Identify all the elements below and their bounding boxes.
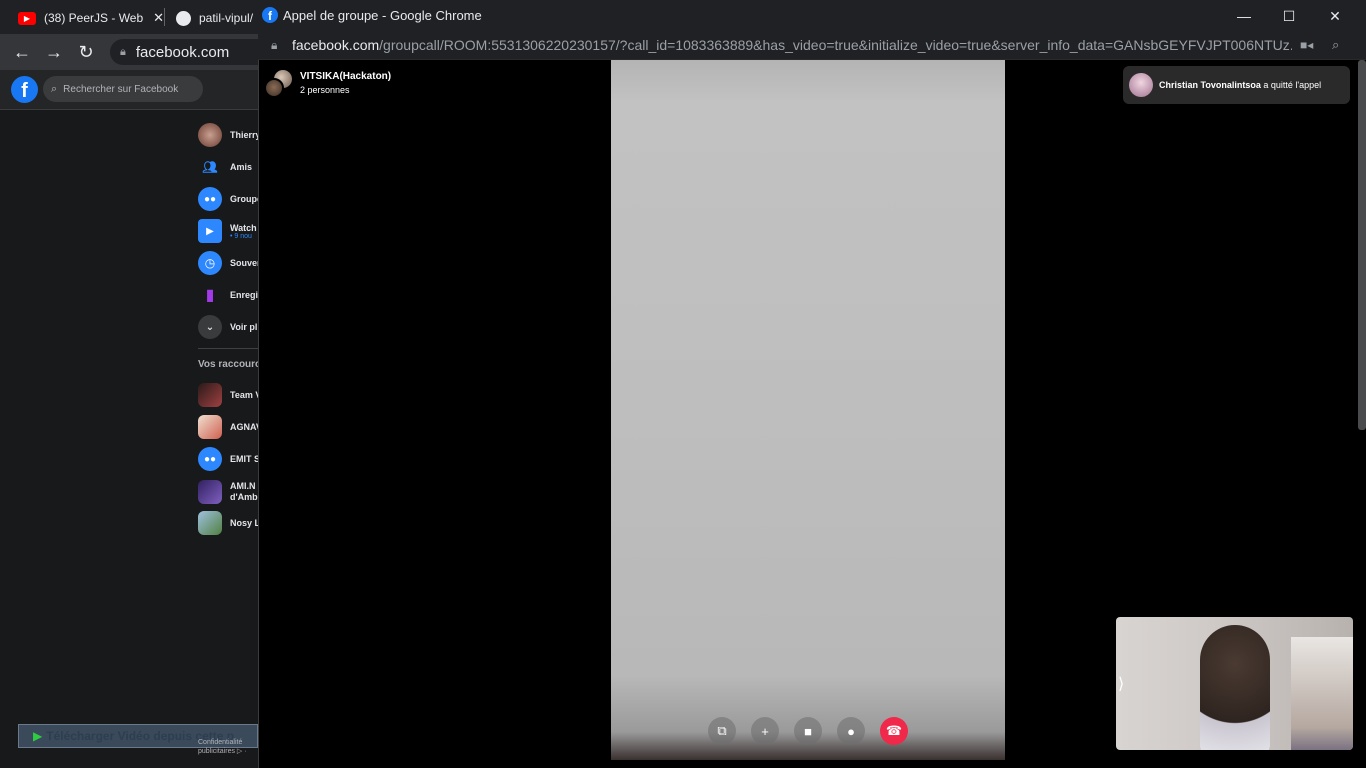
address-bar[interactable]: 🔒︎ facebook.com (110, 39, 270, 65)
sidebar-item-label: Voir pl (230, 322, 258, 332)
video-toggle-button[interactable]: ■ (794, 717, 822, 745)
tab-divider (164, 8, 165, 26)
tab-github[interactable]: patil-vipul/ (176, 6, 253, 30)
participant-left-toast: Christian Tovonalintsoa a quitté l'appel (1123, 66, 1350, 104)
shortcut-item[interactable]: AGNAV (198, 414, 262, 440)
close-tab-icon[interactable]: ✕ (153, 10, 164, 26)
privacy-line: publicitaires ▷ · (198, 748, 247, 755)
search-placeholder: Rechercher sur Facebook (63, 83, 179, 95)
facebook-logo-icon[interactable]: f (11, 76, 38, 103)
microphone-icon: ● (847, 723, 855, 739)
participant-count: 2 personnes (300, 85, 350, 95)
end-call-button[interactable]: ☎ (880, 717, 908, 745)
shortcut-image (198, 480, 222, 504)
reload-icon[interactable]: ↻ (75, 41, 97, 63)
saved-icon: ▮ (205, 287, 215, 304)
shortcut-item[interactable]: Team V (198, 382, 261, 408)
tab-label: patil-vipul/ (199, 11, 254, 25)
shortcut-sublabel: d'Amb (230, 492, 258, 502)
profile-avatar (198, 123, 222, 147)
group-name: VITSIKA(Hackaton) (300, 71, 392, 82)
video-camera-icon: ■ (804, 723, 812, 739)
shortcut-image (198, 511, 222, 535)
sidebar-item-label: Watch (230, 222, 257, 233)
sidebar-item-see-more[interactable]: ⌄ Voir pl (198, 314, 257, 340)
share-screen-icon: ⧉ (717, 723, 727, 738)
call-url[interactable]: facebook.com/groupcall/ROOM:553130622023… (292, 37, 1292, 53)
close-icon[interactable]: ✕ (1312, 0, 1358, 32)
shortcut-image (198, 383, 222, 407)
privacy-footer[interactable]: Confidentialité publicitaires ▷ · (198, 738, 247, 756)
chevron-down-icon: ⌄ (198, 315, 222, 339)
url-path: /groupcall/ROOM:5531306220230157/?call_i… (379, 37, 1292, 53)
mic-toggle-button[interactable]: ● (837, 717, 865, 745)
privacy-line: Confidentialité (198, 739, 243, 746)
shortcut-label: Team V (230, 390, 262, 400)
shortcut-item[interactable]: Nosy L (198, 510, 260, 536)
shortcut-image (198, 415, 222, 439)
toast-name: Christian Tovonalintsoa (1159, 80, 1261, 90)
call-controls: ⧉ + ■ ● ☎ (708, 717, 908, 745)
github-icon (176, 10, 191, 26)
tab-youtube[interactable]: ▶ (38) PeerJS - Web ✕ (18, 6, 164, 30)
search-icon: ⌕ (51, 82, 58, 95)
forward-arrow-icon[interactable]: → (43, 41, 65, 63)
sidebar-item-label: Thierry (230, 130, 261, 140)
back-arrow-icon[interactable]: ← (11, 41, 33, 63)
self-view-collapse-icon[interactable]: ⟩ (1118, 674, 1124, 694)
zoom-icon[interactable]: ⌕ (1332, 37, 1339, 53)
sidebar-item-friends[interactable]: 👥︎ Amis (198, 154, 252, 180)
shortcut-label: Nosy L (230, 518, 261, 528)
groups-icon: ●● (198, 187, 222, 211)
self-view-video[interactable] (1116, 617, 1353, 750)
add-person-icon: + (761, 723, 769, 739)
facebook-search-input[interactable]: ⌕ Rechercher sur Facebook (43, 76, 203, 102)
sidebar-divider (198, 348, 258, 349)
sidebar-item-label: Amis (230, 162, 253, 172)
sidebar-item-saved[interactable]: ▮ Enregis (198, 282, 263, 308)
share-screen-button[interactable]: ⧉ (708, 717, 736, 745)
sidebar-item-memories[interactable]: ◷ Souven (198, 250, 263, 276)
memories-icon: ◷ (198, 251, 222, 275)
toast-action: a quitté l'appel (1260, 80, 1322, 90)
lock-icon: 🔒︎ (120, 45, 126, 58)
page-scrollbar[interactable] (1358, 60, 1366, 430)
shortcut-item[interactable]: ●● EMIT S (198, 446, 260, 472)
maximize-icon[interactable]: ☐ (1266, 0, 1312, 32)
camera-permission-icon[interactable]: ■◂ (1300, 38, 1313, 52)
remote-video (611, 60, 1005, 760)
lock-icon: 🔒︎ (271, 38, 278, 52)
watch-icon: ▶ (198, 219, 222, 243)
end-call-icon: ☎ (885, 723, 903, 738)
groups-icon: ●● (198, 447, 222, 471)
youtube-icon: ▶ (18, 11, 36, 25)
friends-icon: 👥︎ (202, 160, 218, 174)
play-icon: ▶ (33, 729, 43, 743)
avatar (1129, 73, 1153, 97)
shortcut-item[interactable]: AMI.N d'Amb (198, 478, 258, 506)
address-text: facebook.com (135, 43, 230, 61)
sidebar-item-groups[interactable]: ●● Groupe (198, 186, 262, 212)
add-person-button[interactable]: + (751, 717, 779, 745)
call-window-title: Appel de groupe - Google Chrome (283, 8, 482, 23)
sidebar-item-profile[interactable]: Thierry (198, 122, 261, 148)
minimize-icon[interactable]: — (1221, 0, 1267, 32)
group-avatar (264, 70, 294, 100)
shortcuts-title: Vos raccourc (198, 359, 261, 370)
facebook-favicon-icon: f (262, 7, 278, 23)
sidebar-item-watch[interactable]: ▶ Watch • 9 nou (198, 218, 257, 244)
shortcut-label: EMIT S (230, 454, 261, 464)
watch-new-count: • 9 nou (230, 232, 252, 240)
shortcut-label: AMI.N (230, 481, 256, 491)
toast-text: Christian Tovonalintsoa a quitté l'appel (1159, 80, 1321, 90)
url-host: facebook.com (292, 37, 380, 53)
tab-label: (38) PeerJS - Web (44, 11, 144, 25)
